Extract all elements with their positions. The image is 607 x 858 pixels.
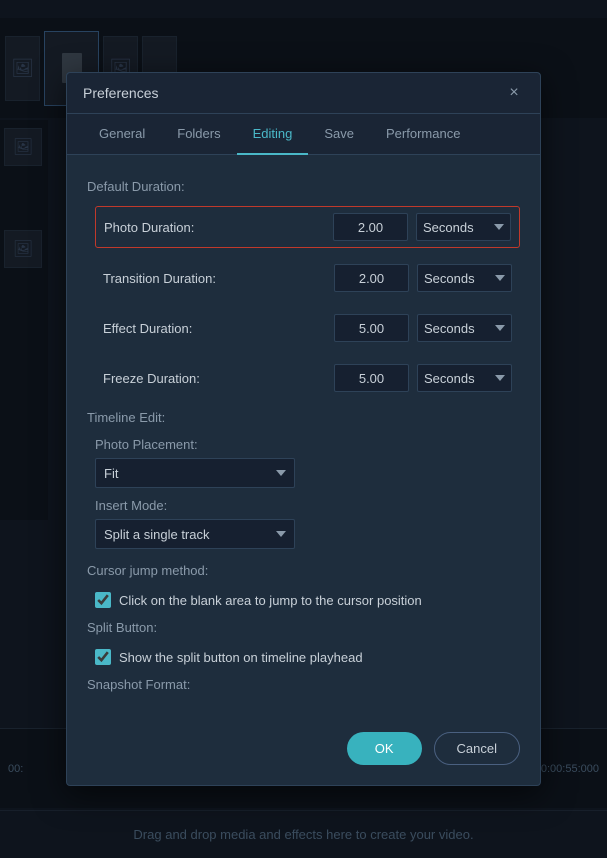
- cursor-jump-section: Cursor jump method: Click on the blank a…: [87, 563, 520, 610]
- dialog-titlebar: Preferences ×: [67, 73, 540, 114]
- photo-duration-label: Photo Duration:: [104, 220, 333, 235]
- photo-duration-input[interactable]: [333, 213, 408, 241]
- timeline-edit-header: Timeline Edit:: [87, 410, 520, 425]
- timeline-fields: Photo Placement: Fit Stretch Crop Insert…: [87, 437, 520, 549]
- timeline-edit-section: Timeline Edit: Photo Placement: Fit Stre…: [87, 410, 520, 549]
- effect-duration-label: Effect Duration:: [103, 321, 334, 336]
- modal-overlay: Preferences × General Folders Editing Sa…: [0, 0, 607, 858]
- insert-mode-select[interactable]: Split a single track Split all tracks Ri…: [95, 519, 295, 549]
- effect-duration-unit[interactable]: Seconds: [417, 314, 512, 342]
- photo-duration-row: Photo Duration: Seconds: [95, 206, 520, 248]
- photo-duration-unit[interactable]: Seconds: [416, 213, 511, 241]
- cancel-button[interactable]: Cancel: [434, 732, 520, 765]
- transition-duration-label: Transition Duration:: [103, 271, 334, 286]
- default-duration-header: Default Duration:: [87, 179, 520, 194]
- cursor-jump-label: Click on the blank area to jump to the c…: [119, 593, 422, 608]
- dialog-footer: OK Cancel: [67, 720, 540, 769]
- snapshot-format-section: Snapshot Format:: [87, 677, 520, 692]
- photo-placement-select[interactable]: Fit Stretch Crop: [95, 458, 295, 488]
- tab-performance[interactable]: Performance: [370, 114, 476, 155]
- ok-button[interactable]: OK: [347, 732, 422, 765]
- split-button-header: Split Button:: [87, 620, 520, 635]
- transition-duration-row: Transition Duration: Seconds: [95, 258, 520, 298]
- photo-placement-label: Photo Placement:: [95, 437, 520, 452]
- split-button-section: Split Button: Show the split button on t…: [87, 620, 520, 667]
- insert-mode-label: Insert Mode:: [95, 498, 520, 513]
- tab-general[interactable]: General: [83, 114, 161, 155]
- split-button-row: Show the split button on timeline playhe…: [87, 647, 520, 667]
- freeze-duration-label: Freeze Duration:: [103, 371, 334, 386]
- effect-duration-input[interactable]: [334, 314, 409, 342]
- effect-duration-row: Effect Duration: Seconds: [95, 308, 520, 348]
- split-button-label: Show the split button on timeline playhe…: [119, 650, 363, 665]
- tab-folders[interactable]: Folders: [161, 114, 236, 155]
- cursor-jump-header: Cursor jump method:: [87, 563, 520, 578]
- cursor-jump-checkbox[interactable]: [95, 592, 111, 608]
- preferences-dialog: Preferences × General Folders Editing Sa…: [66, 72, 541, 786]
- dialog-tabs: General Folders Editing Save Performance: [67, 114, 540, 155]
- split-button-checkbox[interactable]: [95, 649, 111, 665]
- freeze-duration-unit[interactable]: Seconds: [417, 364, 512, 392]
- snapshot-format-header: Snapshot Format:: [87, 677, 520, 692]
- freeze-duration-row: Freeze Duration: Seconds: [95, 358, 520, 398]
- duration-fields: Photo Duration: Seconds Transition Durat…: [87, 206, 520, 398]
- dialog-content: Default Duration: Photo Duration: Second…: [67, 155, 540, 720]
- dialog-close-button[interactable]: ×: [504, 83, 524, 103]
- transition-duration-input[interactable]: [334, 264, 409, 292]
- freeze-duration-input[interactable]: [334, 364, 409, 392]
- tab-editing[interactable]: Editing: [237, 114, 309, 155]
- cursor-jump-row: Click on the blank area to jump to the c…: [87, 590, 520, 610]
- dialog-title: Preferences: [83, 85, 158, 101]
- tab-save[interactable]: Save: [308, 114, 370, 155]
- transition-duration-unit[interactable]: Seconds: [417, 264, 512, 292]
